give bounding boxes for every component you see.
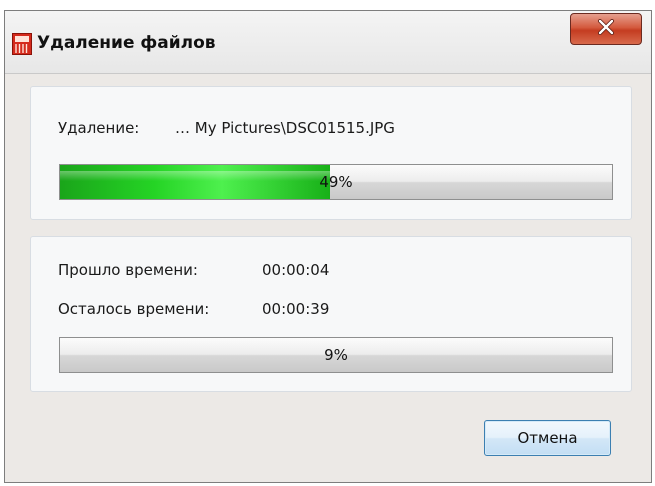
window-title: Удаление файлов [37,33,216,53]
shredder-icon [12,33,32,55]
file-progress-bar: 49% [59,164,613,200]
title-bar[interactable]: Удаление файлов [5,11,651,74]
file-progress-text: 49% [319,173,353,191]
close-button[interactable] [570,13,642,45]
elapsed-label: Прошло времени: [58,261,198,279]
remaining-label: Осталось времени: [58,300,210,318]
overall-progress-text: 9% [324,346,348,364]
elapsed-value: 00:00:04 [262,261,330,279]
overall-progress-bar: 9% [59,337,613,373]
remaining-value: 00:00:39 [262,300,330,318]
deleting-label: Удаление: [58,119,140,137]
close-icon [597,19,615,39]
cancel-button[interactable]: Отмена [484,420,611,456]
current-file-path: … My Pictures\DSC01515.JPG [175,119,395,137]
